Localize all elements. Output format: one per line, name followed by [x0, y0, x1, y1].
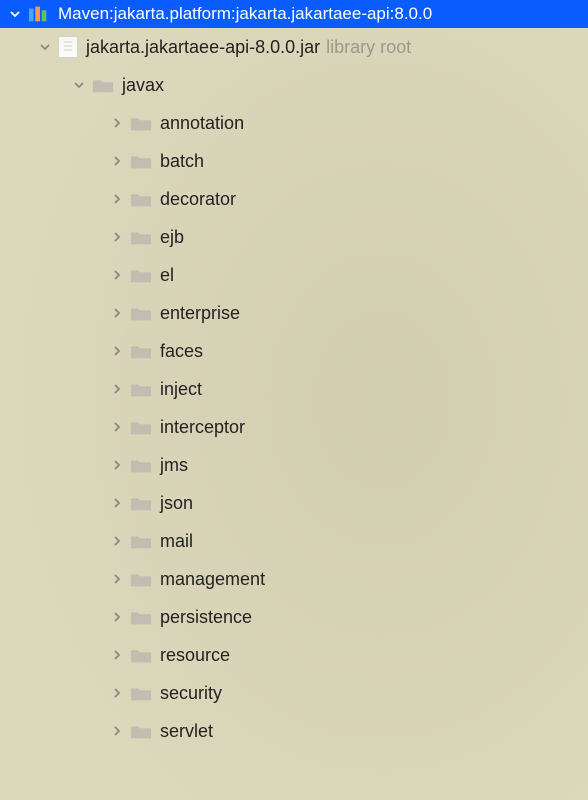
folder-icon	[130, 646, 152, 664]
tree-node-package-security[interactable]: security	[0, 674, 588, 712]
tree-node-package-ejb[interactable]: ejb	[0, 218, 588, 256]
chevron-right-icon[interactable]	[108, 497, 126, 509]
chevron-down-icon[interactable]	[6, 8, 24, 20]
package-label: ejb	[160, 227, 184, 248]
folder-icon	[130, 494, 152, 512]
package-list: annotation batch decorator ejb	[0, 104, 588, 750]
tree-node-package-jms[interactable]: jms	[0, 446, 588, 484]
package-label: inject	[160, 379, 202, 400]
chevron-right-icon[interactable]	[108, 269, 126, 281]
folder-icon	[130, 722, 152, 740]
folder-icon	[130, 570, 152, 588]
folder-icon	[130, 684, 152, 702]
tree-node-package-json[interactable]: json	[0, 484, 588, 522]
tree-node-package-servlet[interactable]: servlet	[0, 712, 588, 750]
folder-icon	[130, 190, 152, 208]
package-label: faces	[160, 341, 203, 362]
tree-node-root[interactable]: Maven: jakarta.platform:jakarta.jakartae…	[0, 0, 588, 28]
tree-node-package-interceptor[interactable]: interceptor	[0, 408, 588, 446]
library-root-badge: library root	[326, 37, 411, 58]
root-label-prefix: Maven:	[58, 4, 114, 24]
folder-icon	[130, 152, 152, 170]
tree-node-package-root[interactable]: javax	[0, 66, 588, 104]
folder-icon	[130, 418, 152, 436]
tree-node-package-batch[interactable]: batch	[0, 142, 588, 180]
chevron-right-icon[interactable]	[108, 459, 126, 471]
chevron-right-icon[interactable]	[108, 725, 126, 737]
package-label: batch	[160, 151, 204, 172]
package-label: annotation	[160, 113, 244, 134]
folder-icon	[130, 228, 152, 246]
folder-icon	[130, 304, 152, 322]
chevron-right-icon[interactable]	[108, 383, 126, 395]
package-label: enterprise	[160, 303, 240, 324]
chevron-right-icon[interactable]	[108, 155, 126, 167]
chevron-right-icon[interactable]	[108, 117, 126, 129]
tree-node-package-faces[interactable]: faces	[0, 332, 588, 370]
root-label-artifact: jakarta.platform:jakarta.jakartaee-api:8…	[114, 4, 432, 24]
chevron-right-icon[interactable]	[108, 649, 126, 661]
folder-icon	[130, 342, 152, 360]
folder-icon	[130, 266, 152, 284]
folder-icon	[130, 456, 152, 474]
folder-icon	[130, 114, 152, 132]
package-label: el	[160, 265, 174, 286]
tree-node-package-management[interactable]: management	[0, 560, 588, 598]
folder-icon	[92, 76, 114, 94]
folder-icon	[130, 380, 152, 398]
chevron-right-icon[interactable]	[108, 421, 126, 433]
chevron-right-icon[interactable]	[108, 231, 126, 243]
chevron-down-icon[interactable]	[36, 41, 54, 53]
tree-node-package-el[interactable]: el	[0, 256, 588, 294]
chevron-right-icon[interactable]	[108, 687, 126, 699]
package-label: resource	[160, 645, 230, 666]
tree-node-package-enterprise[interactable]: enterprise	[0, 294, 588, 332]
tree-node-package-inject[interactable]: inject	[0, 370, 588, 408]
jar-file-icon	[58, 36, 78, 58]
tree-node-package-annotation[interactable]: annotation	[0, 104, 588, 142]
package-label: management	[160, 569, 265, 590]
package-label: security	[160, 683, 222, 704]
folder-icon	[130, 532, 152, 550]
jar-name-label: jakarta.jakartaee-api-8.0.0.jar	[86, 37, 320, 58]
folder-icon	[130, 608, 152, 626]
library-icon	[28, 5, 50, 23]
tree-node-package-resource[interactable]: resource	[0, 636, 588, 674]
chevron-right-icon[interactable]	[108, 611, 126, 623]
package-label: decorator	[160, 189, 236, 210]
tree-node-package-decorator[interactable]: decorator	[0, 180, 588, 218]
chevron-right-icon[interactable]	[108, 573, 126, 585]
chevron-down-icon[interactable]	[70, 79, 88, 91]
chevron-right-icon[interactable]	[108, 193, 126, 205]
chevron-right-icon[interactable]	[108, 535, 126, 547]
package-label: interceptor	[160, 417, 245, 438]
chevron-right-icon[interactable]	[108, 307, 126, 319]
tree-node-package-mail[interactable]: mail	[0, 522, 588, 560]
package-label: mail	[160, 531, 193, 552]
package-label: jms	[160, 455, 188, 476]
package-label: persistence	[160, 607, 252, 628]
chevron-right-icon[interactable]	[108, 345, 126, 357]
package-label: servlet	[160, 721, 213, 742]
tree-node-package-persistence[interactable]: persistence	[0, 598, 588, 636]
tree-node-jar[interactable]: jakarta.jakartaee-api-8.0.0.jar library …	[0, 28, 588, 66]
package-root-label: javax	[122, 75, 164, 96]
package-label: json	[160, 493, 193, 514]
